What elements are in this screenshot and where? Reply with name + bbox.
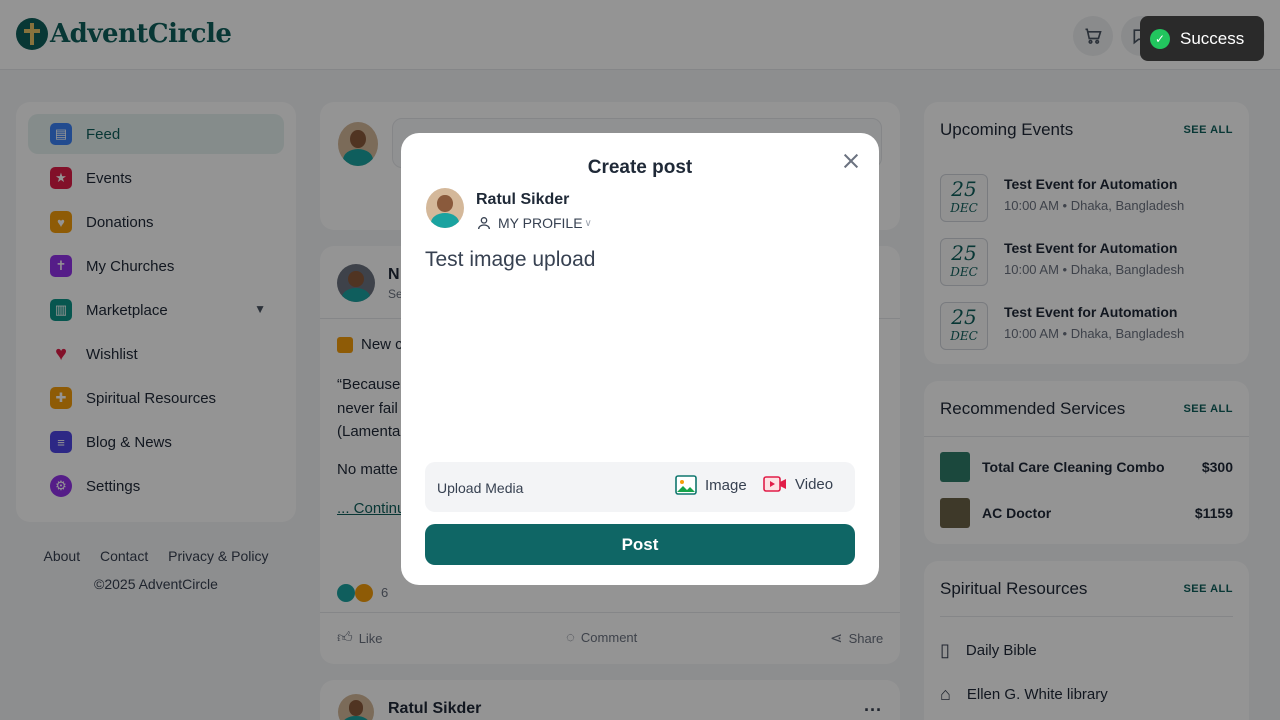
audience-label: MY PROFILE [498,215,583,231]
video-icon [763,476,786,492]
post-button[interactable]: Post [425,524,855,565]
video-label: Video [795,475,834,493]
chevron-down-icon: ∨ [584,217,592,229]
upload-media-label: Upload Media [437,480,524,496]
success-toast: ✓ Success [1140,16,1264,61]
check-circle-icon: ✓ [1150,28,1170,49]
close-icon[interactable] [841,151,861,171]
image-label: Image [705,476,747,494]
audience-selector[interactable]: MY PROFILE ∨ [476,215,592,231]
upload-media-bar: Upload Media Image Video [425,462,855,512]
create-post-modal: Create post Ratul Sikder MY PROFILE ∨ Te… [401,133,879,585]
image-upload-button[interactable]: Image [675,475,747,495]
video-upload-button[interactable]: Video [763,475,833,493]
modal-user-name: Ratul Sikder [476,191,570,208]
modal-title: Create post [587,157,693,178]
image-icon [675,475,697,495]
toast-message: Success [1180,28,1245,48]
user-icon [478,217,490,230]
post-text-input[interactable]: Test image upload [425,248,855,272]
avatar [426,188,464,228]
